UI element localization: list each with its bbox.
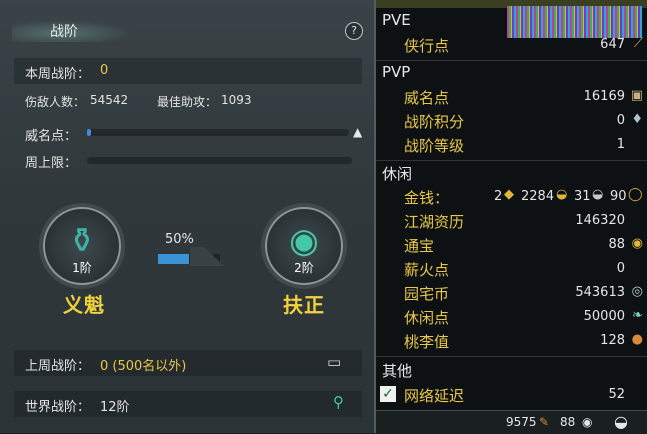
pvp-item-points-value: 0: [616, 113, 625, 128]
leisure-item-seniority-value: 146320: [575, 213, 625, 228]
arrow-icon: [190, 247, 224, 266]
assist-label: 最佳助攻：: [157, 95, 218, 109]
location-pin-icon[interactable]: ⚲: [333, 393, 344, 411]
gourd-icon: ●: [631, 332, 643, 347]
battle-rank-panel: 战阶 ? 本周战阶： 0 伤敌人数： 54542 最佳助攻： 1093 威名点：…: [0, 0, 374, 433]
eye-crest-icon: ◉: [289, 221, 319, 261]
latency-label: 网络延迟: [404, 387, 465, 405]
leaf-icon: ❧: [632, 308, 643, 323]
kills-value: 54542: [90, 93, 129, 107]
pve-header: PVE: [382, 11, 411, 29]
last-week-value: 0 (500名以外): [100, 359, 187, 374]
crest-icon: ♦: [631, 112, 643, 127]
pve-item-value: 647: [600, 37, 625, 52]
chest-icon[interactable]: ▭: [327, 353, 341, 371]
money-label: 金钱：: [404, 189, 450, 207]
leisure-item-taoli-label: 桃李值: [404, 333, 450, 351]
bottom-value-b: 88: [560, 415, 576, 429]
panel-title: 战阶: [50, 24, 78, 40]
question-icon[interactable]: ?: [345, 22, 363, 40]
colored-stripes-decoration: [507, 6, 642, 38]
last-week-label: 上周战阶：: [25, 359, 91, 374]
other-header: 其他: [382, 362, 413, 380]
prestige-label: 威名点：: [25, 129, 78, 144]
scroll-icon: ✎: [539, 415, 550, 429]
prestige-bar: [87, 129, 349, 136]
gold-ingot-icon[interactable]: ◒: [614, 412, 628, 431]
pvp-header: PVP: [382, 63, 411, 81]
badge-current-level: 1阶: [72, 261, 92, 275]
gold-bar-icon: ◆: [504, 187, 514, 202]
leisure-item-house-label: 园宅币: [404, 285, 450, 303]
kills-label: 伤敌人数：: [25, 95, 86, 109]
leisure-item-seniority-label: 江湖资历: [404, 213, 465, 231]
gold-ingot-icon: ◒: [556, 187, 568, 202]
leisure-item-leisure-value: 50000: [583, 309, 625, 324]
money-gold-bars: 2: [494, 189, 503, 204]
leisure-item-tongbao-value: 88: [608, 237, 625, 252]
panel-header: 战阶 ?: [0, 12, 374, 52]
pvp-item-level-value: 1: [616, 137, 625, 152]
silver-ingot-icon: ◒: [592, 187, 604, 202]
pvp-item-prestige-label: 威名点: [404, 89, 450, 107]
money-silver: 31: [574, 189, 591, 204]
leisure-item-house-value: 543613: [575, 285, 625, 300]
jar-icon: ⚱: [67, 221, 97, 261]
assist-value: 1093: [221, 93, 252, 107]
rank-badge-current[interactable]: ⚱ 1阶: [43, 207, 121, 285]
leisure-item-taoli-value: 128: [600, 333, 625, 348]
bottom-value-a: 9575: [506, 415, 537, 429]
banner-icon: ▣: [630, 88, 643, 103]
house-coin-icon: ◎: [631, 284, 643, 299]
money-gold: 2284: [521, 189, 555, 204]
cap-marker-icon: ▲: [353, 125, 363, 139]
rank-progress-percent: 50%: [165, 232, 194, 247]
weekly-cap-label: 周上限：: [25, 156, 78, 171]
rank-badge-next[interactable]: ◉ 2阶: [265, 207, 343, 285]
currency-panel: PVE 侠行点 647 ⟋ PVP 威名点 16169 ▣ 战阶积分 0 ♦ 战…: [374, 0, 647, 434]
badge-next-level: 2阶: [294, 261, 314, 275]
pvp-item-points-label: 战阶积分: [404, 113, 465, 131]
latency-checkbox[interactable]: ✓: [380, 386, 396, 402]
badge-current-name: 义魁: [63, 293, 105, 317]
pvp-item-level-label: 战阶等级: [404, 137, 465, 155]
rank-progress-fill: [158, 254, 189, 264]
leisure-item-fire-label: 薪火点: [404, 261, 450, 279]
sword-icon: ⟋: [633, 36, 643, 51]
latency-value: 52: [608, 387, 625, 402]
world-rank-label: 世界战阶：: [25, 400, 91, 415]
divider: [376, 356, 647, 357]
divider: [376, 160, 647, 161]
prestige-bar-fill: [87, 129, 91, 136]
leisure-header: 休闲: [382, 165, 413, 183]
leisure-item-leisure-label: 休闲点: [404, 309, 450, 327]
pvp-item-prestige-value: 16169: [583, 89, 625, 104]
copper-coin-icon: ◯: [628, 187, 643, 202]
pve-item-label: 侠行点: [404, 37, 450, 55]
money-copper: 90: [610, 189, 627, 204]
week-rank-label: 本周战阶：: [25, 67, 91, 82]
coin-icon: ◉: [631, 236, 643, 251]
bottom-currency-bar: 9575 ✎ 88 ◉ ◒: [376, 410, 647, 434]
leisure-item-tongbao-label: 通宝: [404, 237, 435, 255]
world-rank-value: 12阶: [100, 400, 130, 415]
weekly-cap-bar: [87, 157, 352, 164]
coin-icon: ◉: [582, 415, 593, 429]
badge-next-name: 扶正: [283, 293, 325, 317]
week-rank-value: 0: [100, 63, 109, 78]
leisure-item-fire-value: 0: [616, 261, 625, 276]
divider: [376, 60, 647, 61]
